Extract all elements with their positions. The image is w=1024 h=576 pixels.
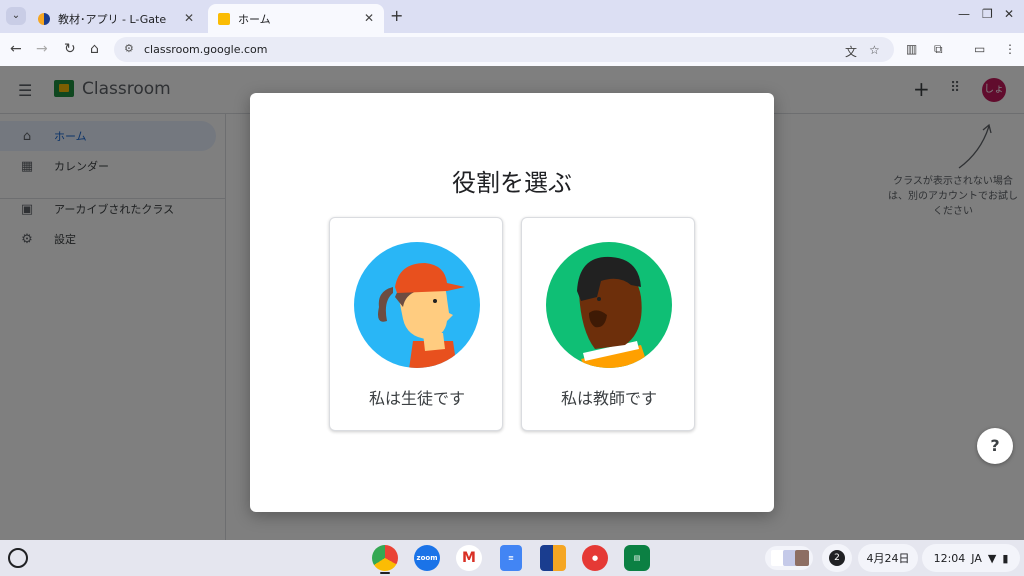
reload-icon[interactable]: ↻ bbox=[64, 41, 76, 57]
address-bar[interactable]: ⚙ classroom.google.com 文 ☆ bbox=[114, 37, 894, 62]
side-panel-icon[interactable]: ▥ bbox=[906, 42, 917, 56]
wifi-icon: ▼ bbox=[987, 551, 997, 565]
home-icon[interactable]: ⌂ bbox=[90, 41, 99, 57]
forward-icon[interactable]: → bbox=[36, 41, 48, 57]
lgate-favicon-icon bbox=[38, 12, 50, 25]
teacher-role-label: 私は教師です bbox=[560, 389, 657, 408]
date-text: 4月24日 bbox=[866, 552, 910, 565]
gmail-icon[interactable]: M bbox=[456, 545, 482, 571]
classroom-icon[interactable]: ▤ bbox=[624, 545, 650, 571]
paint-icon[interactable]: ● bbox=[582, 545, 608, 571]
file-thumbnail-icon bbox=[795, 550, 809, 566]
cast-icon[interactable]: ▭ bbox=[974, 42, 985, 56]
battery-icon: ▮ bbox=[1002, 551, 1009, 565]
bookmark-star-icon[interactable]: ☆ bbox=[869, 43, 880, 57]
zoom-icon[interactable]: zoom bbox=[414, 545, 440, 571]
url-text: classroom.google.com bbox=[144, 43, 268, 56]
classroom-page: ☰ Classroom + ⠿ しょ ⌂ ホーム ▦ カレンダー ▣ アーカイブ… bbox=[0, 66, 1024, 540]
l-gate-icon[interactable] bbox=[540, 545, 566, 571]
tab-home[interactable]: ホーム ✕ bbox=[208, 4, 384, 33]
browser-toolbar: ← → ↻ ⌂ ⚙ classroom.google.com 文 ☆ ▥ ⧉ ▭… bbox=[0, 33, 1024, 66]
teacher-illustration-icon bbox=[546, 242, 672, 368]
launcher-button[interactable] bbox=[8, 548, 28, 568]
tab-title: ホーム bbox=[238, 12, 271, 26]
close-window-icon[interactable]: ✕ bbox=[1004, 7, 1014, 21]
holding-space-tray[interactable] bbox=[765, 546, 813, 570]
classroom-favicon-icon bbox=[218, 12, 230, 25]
restore-icon[interactable]: ❐ bbox=[982, 7, 993, 21]
student-role-card[interactable]: 私は生徒です bbox=[329, 217, 503, 431]
os-shelf: zoom M ≡ ● ▤ 2 4月24日 12:04 JA ▼ ▮ bbox=[0, 540, 1024, 576]
notification-count-badge[interactable]: 2 bbox=[829, 550, 845, 566]
tab-lgate[interactable]: 教材･アプリ - L-Gate ✕ bbox=[28, 4, 204, 33]
back-icon[interactable]: ← bbox=[10, 41, 22, 57]
minimize-icon[interactable]: — bbox=[958, 7, 970, 21]
date-tray[interactable]: 4月24日 bbox=[858, 544, 918, 572]
student-illustration-icon bbox=[354, 242, 480, 368]
extensions-icon[interactable]: ⧉ bbox=[934, 42, 943, 57]
tab-close-icon[interactable]: ✕ bbox=[364, 11, 374, 25]
status-tray[interactable]: 12:04 JA ▼ ▮ bbox=[922, 544, 1020, 572]
site-info-icon[interactable]: ⚙ bbox=[124, 42, 134, 55]
teacher-role-card[interactable]: 私は教師です bbox=[521, 217, 695, 431]
dialog-title: 役割を選ぶ bbox=[452, 169, 572, 197]
docs-icon[interactable]: ≡ bbox=[500, 545, 522, 571]
new-tab-button[interactable]: + bbox=[390, 6, 403, 25]
translate-icon[interactable]: 文 bbox=[845, 43, 857, 60]
ime-text: JA bbox=[971, 551, 982, 565]
tab-strip: ⌄ 教材･アプリ - L-Gate ✕ ホーム ✕ + — ❐ ✕ bbox=[0, 0, 1024, 33]
active-app-indicator bbox=[380, 572, 390, 574]
tab-close-icon[interactable]: ✕ bbox=[184, 11, 194, 25]
help-button[interactable]: ? bbox=[977, 428, 1013, 464]
student-role-label: 私は生徒です bbox=[368, 389, 465, 408]
more-menu-icon[interactable]: ⋮ bbox=[1004, 42, 1016, 56]
time-text: 12:04 bbox=[933, 551, 966, 565]
role-dialog: 役割を選ぶ 私は生徒です 私は教師です bbox=[250, 93, 774, 512]
tab-search-button[interactable]: ⌄ bbox=[6, 7, 26, 25]
tab-title: 教材･アプリ - L-Gate bbox=[58, 12, 167, 26]
chrome-icon[interactable] bbox=[372, 545, 398, 571]
